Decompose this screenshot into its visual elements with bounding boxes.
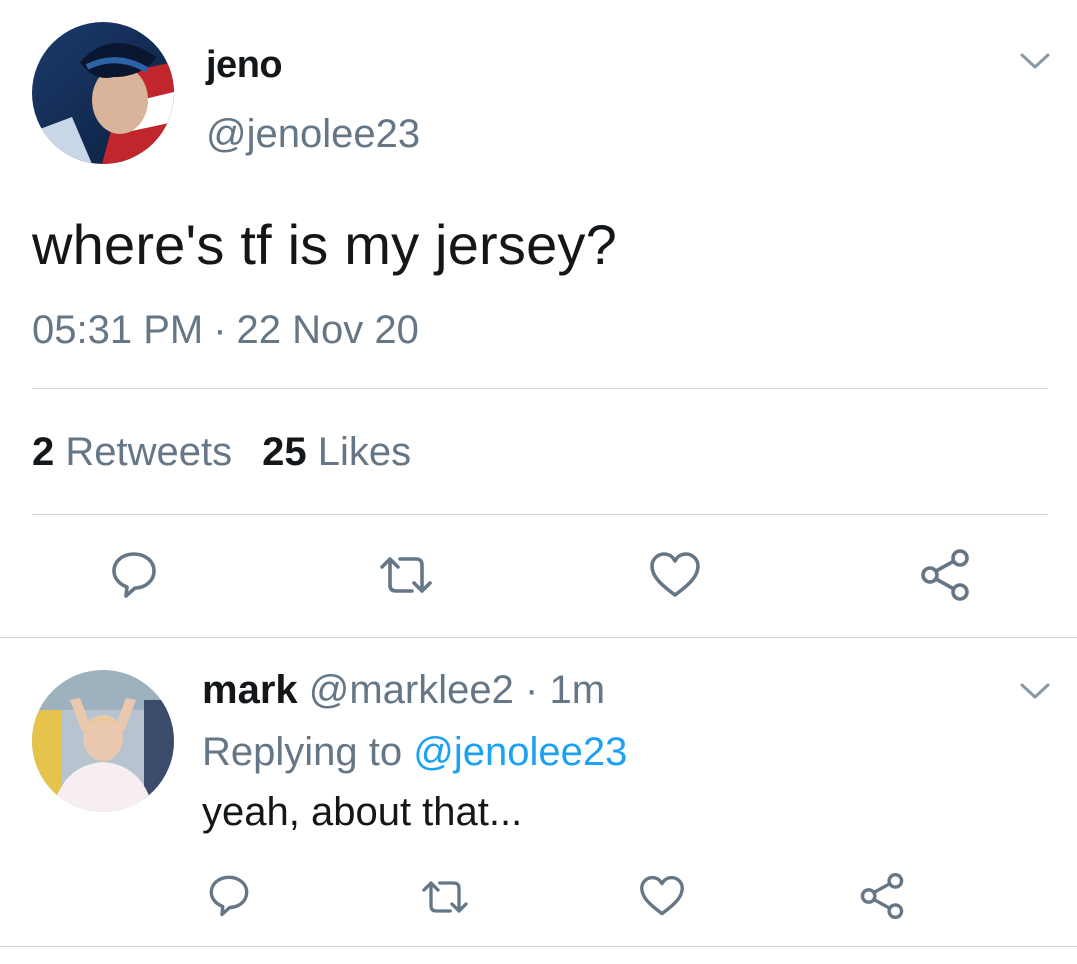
tweet-text: where's tf is my jersey?	[32, 213, 617, 276]
heart-icon[interactable]	[638, 874, 686, 918]
date-separator: ·	[213, 308, 227, 352]
chevron-down-icon[interactable]	[1018, 680, 1052, 702]
likes-stat[interactable]: 25 Likes	[262, 430, 411, 474]
reply-author-avatar[interactable]	[32, 670, 174, 812]
author-handle[interactable]: @jenolee23	[206, 112, 420, 157]
reply-icon[interactable]	[108, 548, 160, 600]
reply-author-handle[interactable]: @marklee2	[309, 668, 514, 712]
reply-author-name[interactable]: mark	[202, 668, 298, 712]
replying-to-label: Replying to	[202, 730, 403, 774]
tweet-date: 22 Nov 20	[236, 308, 419, 352]
retweets-label: Retweets	[65, 430, 233, 474]
tweet-timestamp: 05:31 PM · 22 Nov 20	[32, 308, 419, 353]
replying-to: Replying to @jenolee23	[202, 730, 627, 775]
reply-text: yeah, about that...	[202, 790, 523, 834]
reply-header: mark @marklee2 · 1m	[202, 668, 605, 713]
retweets-stat[interactable]: 2 Retweets	[32, 430, 232, 474]
retweet-icon[interactable]	[376, 551, 436, 599]
heart-icon[interactable]	[648, 550, 702, 600]
reply-separator: ·	[525, 668, 539, 712]
divider	[32, 388, 1048, 389]
likes-count: 25	[262, 430, 307, 474]
divider	[0, 946, 1077, 947]
divider	[32, 514, 1048, 515]
reply-icon[interactable]	[206, 872, 252, 918]
author-name[interactable]: jeno	[206, 44, 283, 87]
likes-label: Likes	[317, 430, 412, 474]
share-icon[interactable]	[858, 872, 906, 920]
reply-age[interactable]: 1m	[549, 668, 605, 712]
divider	[0, 637, 1077, 638]
tweet-time: 05:31 PM	[32, 308, 204, 352]
tweet-stats: 2 Retweets 25 Likes	[32, 430, 411, 475]
replying-to-mention[interactable]: @jenolee23	[413, 730, 627, 774]
retweet-icon[interactable]	[418, 876, 472, 918]
chevron-down-icon[interactable]	[1018, 50, 1052, 72]
author-avatar[interactable]	[32, 22, 174, 164]
retweets-count: 2	[32, 430, 55, 474]
share-icon[interactable]	[918, 548, 972, 602]
